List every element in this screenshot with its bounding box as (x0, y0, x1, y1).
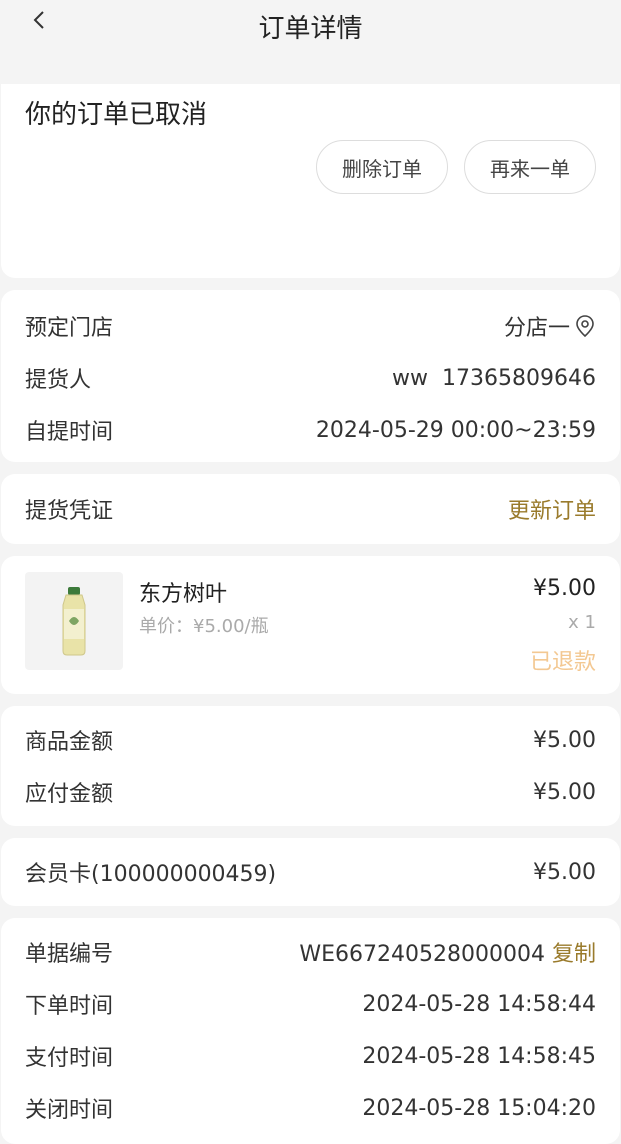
product-thumbnail (25, 572, 123, 670)
paid-time-row: 支付时间 2024-05-28 14:58:45 (25, 1030, 596, 1082)
store-label: 预定门店 (25, 316, 114, 341)
payable-amount-row: 应付金额 ¥5.00 (25, 766, 596, 818)
header: 订单详情 (0, 0, 621, 86)
payable-amount-value: ¥5.00 (533, 779, 596, 805)
voucher-card: 提货凭证 更新订单 (1, 474, 620, 544)
created-time-row: 下单时间 2024-05-28 14:58:44 (25, 978, 596, 1030)
store-row: 预定门店 分店一 (25, 300, 596, 352)
store-value-group[interactable]: 分店一 (504, 310, 596, 342)
bottle-image-icon (62, 587, 86, 656)
member-card-row: 会员卡(100000000459) ¥5.00 (1, 838, 620, 906)
order-number-row: 单据编号 WE667240528000004 复制 (25, 926, 596, 978)
paid-time-value: 2024-05-28 14:58:45 (362, 1043, 596, 1069)
pickup-time-label: 自提时间 (25, 420, 114, 445)
refund-status: 已退款 (529, 650, 596, 675)
product-quantity: x 1 (568, 612, 596, 633)
closed-time-label: 关闭时间 (25, 1098, 114, 1123)
voucher-label: 提货凭证 (25, 499, 114, 524)
status-actions: 删除订单 再来一单 (316, 140, 596, 194)
delete-order-button[interactable]: 删除订单 (316, 140, 448, 194)
product-unit-price: 单价：¥5.00/瓶 (139, 616, 269, 637)
update-order-link[interactable]: 更新订单 (508, 493, 596, 525)
payable-amount-label: 应付金额 (25, 782, 114, 807)
picker-label: 提货人 (25, 368, 92, 393)
order-meta-card: 单据编号 WE667240528000004 复制 下单时间 2024-05-2… (1, 918, 620, 1144)
member-card-value: ¥5.00 (533, 859, 596, 885)
copy-button[interactable]: 复制 (552, 942, 596, 967)
status-card: 你的订单已取消 删除订单 再来一单 (1, 84, 620, 278)
goods-amount-value: ¥5.00 (533, 727, 596, 753)
reorder-button[interactable]: 再来一单 (464, 140, 596, 194)
page-title: 订单详情 (258, 14, 363, 44)
pickup-time-row: 自提时间 2024-05-29 00:00~23:59 (25, 404, 596, 456)
pickup-time-value: 2024-05-29 00:00~23:59 (315, 417, 596, 443)
member-card-label: 会员卡(100000000459) (25, 862, 277, 887)
created-time-label: 下单时间 (25, 994, 114, 1019)
goods-amount-label: 商品金额 (25, 730, 114, 755)
paid-time-label: 支付时间 (25, 1046, 114, 1071)
product-name: 东方树叶 (139, 582, 228, 607)
pickup-info-card: 预定门店 分店一 提货人 ww 17365809646 自提时间 2024-05… (1, 290, 620, 462)
picker-value: ww 17365809646 (392, 365, 596, 391)
amount-card: 商品金额 ¥5.00 应付金额 ¥5.00 (1, 706, 620, 826)
order-number-label: 单据编号 (25, 942, 114, 967)
goods-amount-row: 商品金额 ¥5.00 (25, 714, 596, 766)
store-value: 分店一 (503, 316, 570, 341)
closed-time-row: 关闭时间 2024-05-28 15:04:20 (25, 1082, 596, 1134)
product-card: 东方树叶 单价：¥5.00/瓶 ¥5.00 x 1 已退款 (1, 556, 620, 694)
closed-time-value: 2024-05-28 15:04:20 (362, 1095, 596, 1121)
order-number-group: WE667240528000004 复制 (299, 936, 596, 968)
product-price: ¥5.00 (533, 576, 596, 601)
created-time-value: 2024-05-28 14:58:44 (362, 991, 596, 1017)
location-pin-icon (574, 314, 596, 338)
order-status-text: 你的订单已取消 (25, 100, 208, 130)
order-number-value: WE667240528000004 (299, 942, 545, 967)
picker-row: 提货人 ww 17365809646 (25, 352, 596, 404)
